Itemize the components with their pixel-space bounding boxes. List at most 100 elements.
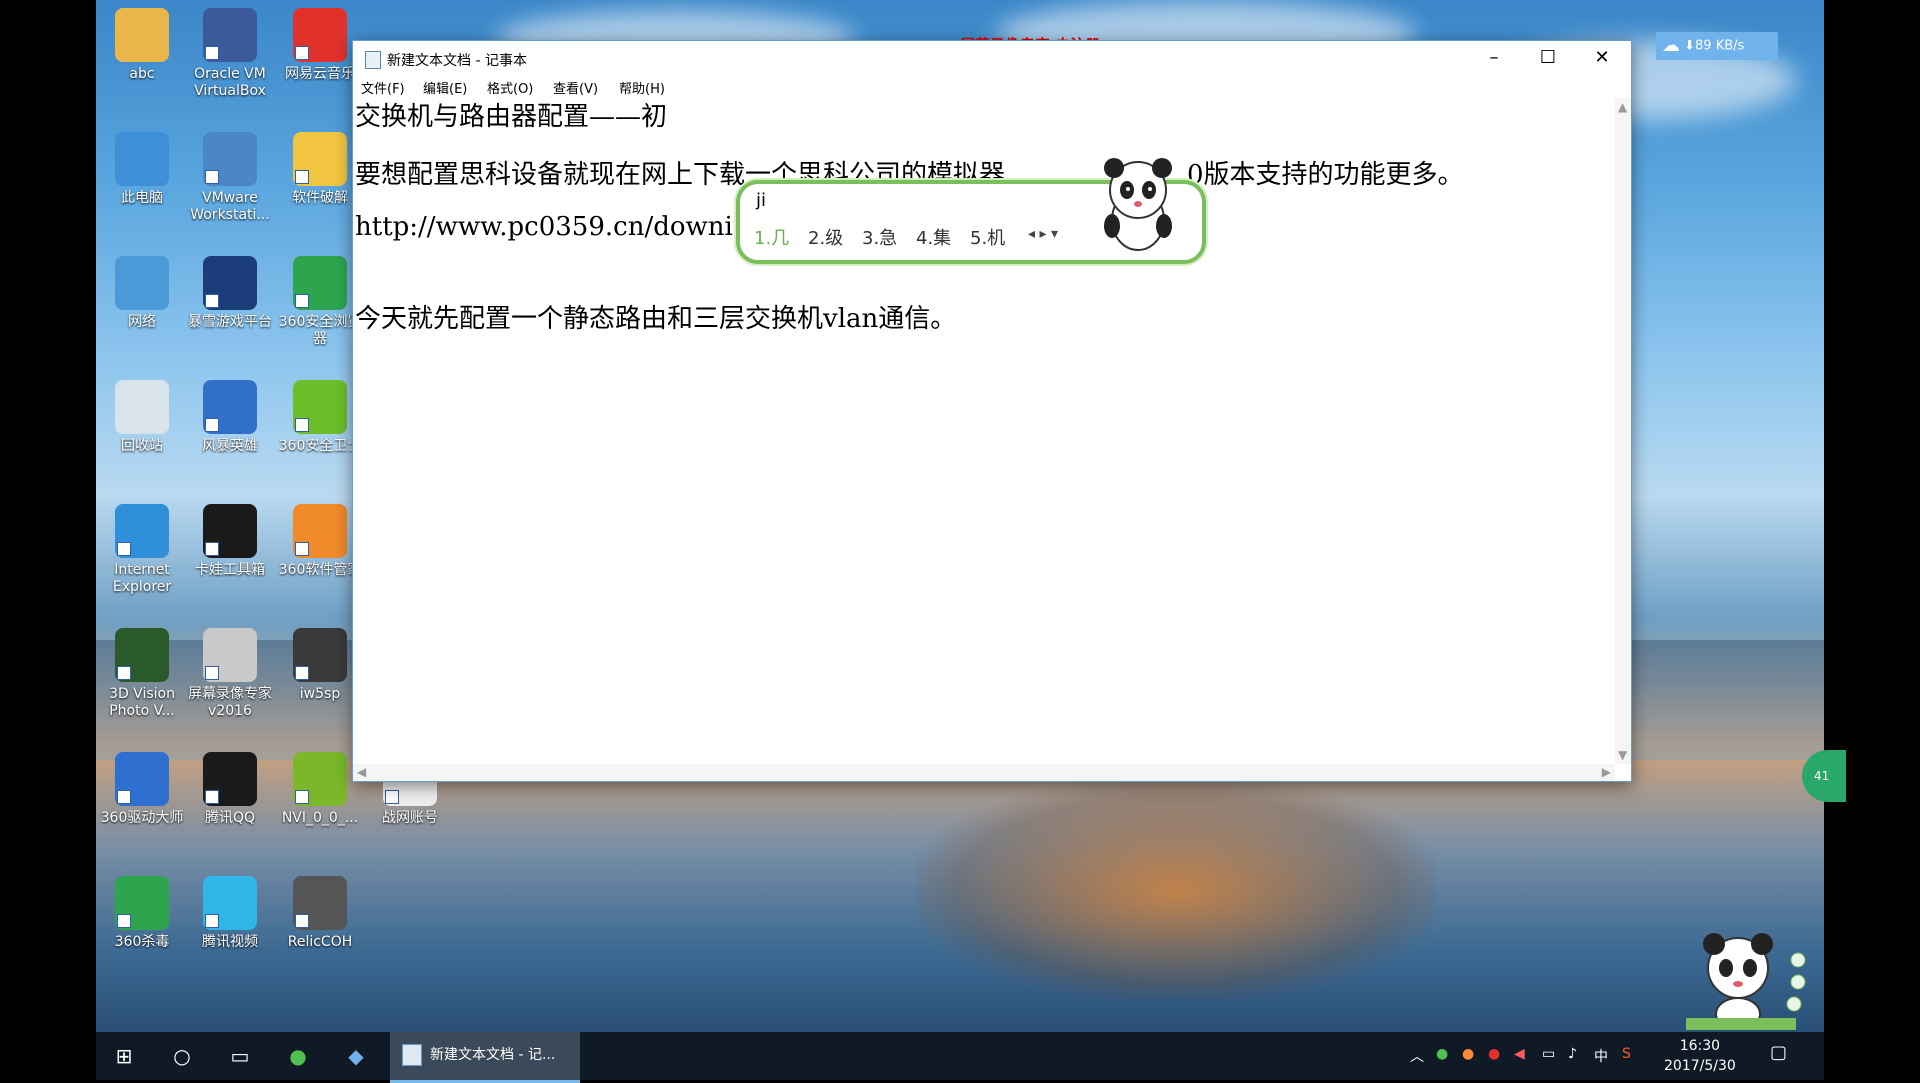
desktop-icon-label: 软件破解 <box>292 190 348 206</box>
screen-recorder-icon <box>203 628 257 682</box>
desktop-icon[interactable]: 暴雪游戏平台 <box>186 256 274 331</box>
network-speed-widget[interactable]: ☁ ⬇89 KB/s <box>1656 32 1778 60</box>
sogou-ime-icon[interactable]: S <box>1622 1046 1631 1062</box>
desktop-icon[interactable]: Internet Explorer <box>98 504 186 596</box>
folder-icon <box>293 132 347 186</box>
recycle-bin-icon <box>115 380 169 434</box>
desktop-icon[interactable]: 此电脑 <box>98 132 186 207</box>
menu-format[interactable]: 格式(O) <box>487 78 533 97</box>
qq-icon <box>203 752 257 806</box>
360-browser-taskbar-icon[interactable]: ● <box>270 1032 326 1080</box>
taskbar-notepad-button[interactable]: 新建文本文档 - 记... <box>390 1032 580 1083</box>
desktop-icon[interactable]: VMware Workstati... <box>186 132 274 224</box>
desktop-icon[interactable]: 网络 <box>98 256 186 331</box>
call-of-duty-icon <box>293 628 347 682</box>
notepad-icon <box>402 1044 422 1066</box>
desktop-icon[interactable]: NVI_0_0_... <box>276 752 364 827</box>
user-folder-icon <box>115 8 169 62</box>
text-line: http://www.pc0359.cn/downin <box>355 212 750 242</box>
scroll-left-icon[interactable]: ◀ <box>357 765 366 779</box>
task-view-icon[interactable]: ▭ <box>212 1032 268 1080</box>
desktop-icon[interactable]: 风暴英雄 <box>186 380 274 455</box>
network-tray-icon[interactable]: ▭ <box>1542 1046 1555 1062</box>
desktop-icon-label: 腾讯QQ <box>204 810 256 826</box>
desktop-icon[interactable]: 回收站 <box>98 380 186 455</box>
desktop-icon[interactable]: Oracle VM VirtualBox <box>186 8 274 100</box>
reflection-decoration <box>916 780 1436 1000</box>
desktop-icon-label: 360安全卫士 <box>278 438 362 454</box>
desktop-icon-label: 战网账号 <box>382 810 438 826</box>
minimize-button[interactable]: – <box>1467 41 1521 75</box>
notepad-window: 新建文本文档 - 记事本 – ☐ ✕ 文件(F) 编辑(E) 格式(O) 查看(… <box>352 40 1632 782</box>
desktop-icon[interactable]: 3D Vision Photo V... <box>98 628 186 720</box>
desktop-icon[interactable]: 网易云音乐 <box>276 8 364 83</box>
text-line: 交换机与路由器配置——初 <box>355 102 668 132</box>
scroll-down-icon[interactable]: ▼ <box>1618 748 1627 762</box>
cortana-search-icon[interactable]: ○ <box>154 1032 210 1080</box>
system-clock[interactable]: 16:30 2017/5/30 <box>1664 1036 1736 1076</box>
desktop-icon[interactable]: 卡娃工具箱 <box>186 504 274 579</box>
ime-candidate[interactable]: 1.几 <box>754 224 789 250</box>
ime-candidate[interactable]: 2.级 <box>808 224 843 250</box>
desktop-icon-label: 360驱动大师 <box>100 810 184 826</box>
vertical-scrollbar[interactable]: ▲ ▼ <box>1615 98 1631 764</box>
menu-view[interactable]: 查看(V) <box>553 78 598 97</box>
desktop-icon[interactable]: 360安全卫士 <box>276 380 364 455</box>
desktop-icon[interactable]: iw5sp <box>276 628 364 703</box>
network-icon <box>115 256 169 310</box>
vmware-icon <box>203 132 257 186</box>
360-guard-icon <box>293 380 347 434</box>
desktop-icon-label: 回收站 <box>121 438 163 454</box>
desktop-icon[interactable]: 腾讯视频 <box>186 876 274 951</box>
menu-bar: 文件(F) 编辑(E) 格式(O) 查看(V) 帮助(H) <box>353 75 1631 97</box>
pinned-app-icon[interactable]: ◆ <box>328 1032 384 1080</box>
desktop-icon[interactable]: abc <box>98 8 186 83</box>
ime-candidate[interactable]: 4.集 <box>916 224 951 250</box>
desktop-icon-label: RelicCOH <box>287 934 353 950</box>
internet-explorer-icon <box>115 504 169 558</box>
desktop-icon[interactable]: 360杀毒 <box>98 876 186 951</box>
menu-edit[interactable]: 编辑(E) <box>423 78 467 97</box>
desktop-icon-label: 网易云音乐 <box>285 66 355 82</box>
ime-candidate[interactable]: 5.机 <box>970 224 1005 250</box>
desktop-icon[interactable]: 360软件管家 <box>276 504 364 579</box>
ime-page-arrows-icon[interactable]: ◂ ▸ ▾ <box>1028 226 1058 242</box>
volume-icon[interactable]: ♪ <box>1568 1046 1577 1062</box>
virtualbox-icon <box>203 8 257 62</box>
desktop-icon-label: 360软件管家 <box>278 562 362 578</box>
desktop-icon-label: 360安全浏览器 <box>278 314 362 347</box>
ime-candidate[interactable]: 3.急 <box>862 224 897 250</box>
close-button[interactable]: ✕ <box>1575 41 1629 75</box>
horizontal-scrollbar[interactable]: ◀ ▶ <box>353 764 1615 781</box>
side-float-ball[interactable]: 41 <box>1802 750 1846 802</box>
tray-overflow-icon[interactable]: ︿ <box>1410 1046 1424 1066</box>
scroll-right-icon[interactable]: ▶ <box>1602 765 1611 779</box>
nvidia-icon <box>293 752 347 806</box>
tencent-video-icon <box>203 876 257 930</box>
tray-netease-icon[interactable]: ● <box>1488 1046 1500 1062</box>
scroll-up-icon[interactable]: ▲ <box>1618 100 1627 114</box>
tray-app-icon[interactable]: ● <box>1462 1046 1474 1062</box>
desktop-icon[interactable]: 屏幕录像专家v2016 <box>186 628 274 720</box>
desktop-icon-label: 风暴英雄 <box>202 438 258 454</box>
desktop-icon[interactable]: 软件破解 <box>276 132 364 207</box>
desktop-icon-label: 暴雪游戏平台 <box>188 314 272 330</box>
panda-mascot-icon <box>1104 158 1172 251</box>
desktop-icon-label: 卡娃工具箱 <box>195 562 265 578</box>
desktop-icon[interactable]: 360驱动大师 <box>98 752 186 827</box>
menu-file[interactable]: 文件(F) <box>361 78 405 97</box>
ime-language-indicator[interactable]: 中 <box>1594 1046 1608 1066</box>
tray-360-icon[interactable]: ● <box>1436 1046 1448 1062</box>
maximize-button[interactable]: ☐ <box>1521 41 1575 75</box>
start-windows-icon[interactable]: ⊞ <box>96 1032 152 1080</box>
panda-widget-icon[interactable] <box>1686 930 1806 1030</box>
menu-help[interactable]: 帮助(H) <box>619 78 665 97</box>
title-bar[interactable]: 新建文本文档 - 记事本 – ☐ ✕ <box>353 41 1631 75</box>
desktop-icon[interactable]: 腾讯QQ <box>186 752 274 827</box>
desktop-icon[interactable]: 360安全浏览器 <box>276 256 364 348</box>
desktop-icon-label: abc <box>129 66 155 82</box>
tray-speaker-alert-icon[interactable]: ◀ <box>1514 1046 1525 1062</box>
notification-center-icon[interactable]: ▢ <box>1770 1042 1787 1063</box>
desktop-icon-label: NVI_0_0_... <box>281 810 359 826</box>
desktop-icon[interactable]: RelicCOH <box>276 876 364 951</box>
